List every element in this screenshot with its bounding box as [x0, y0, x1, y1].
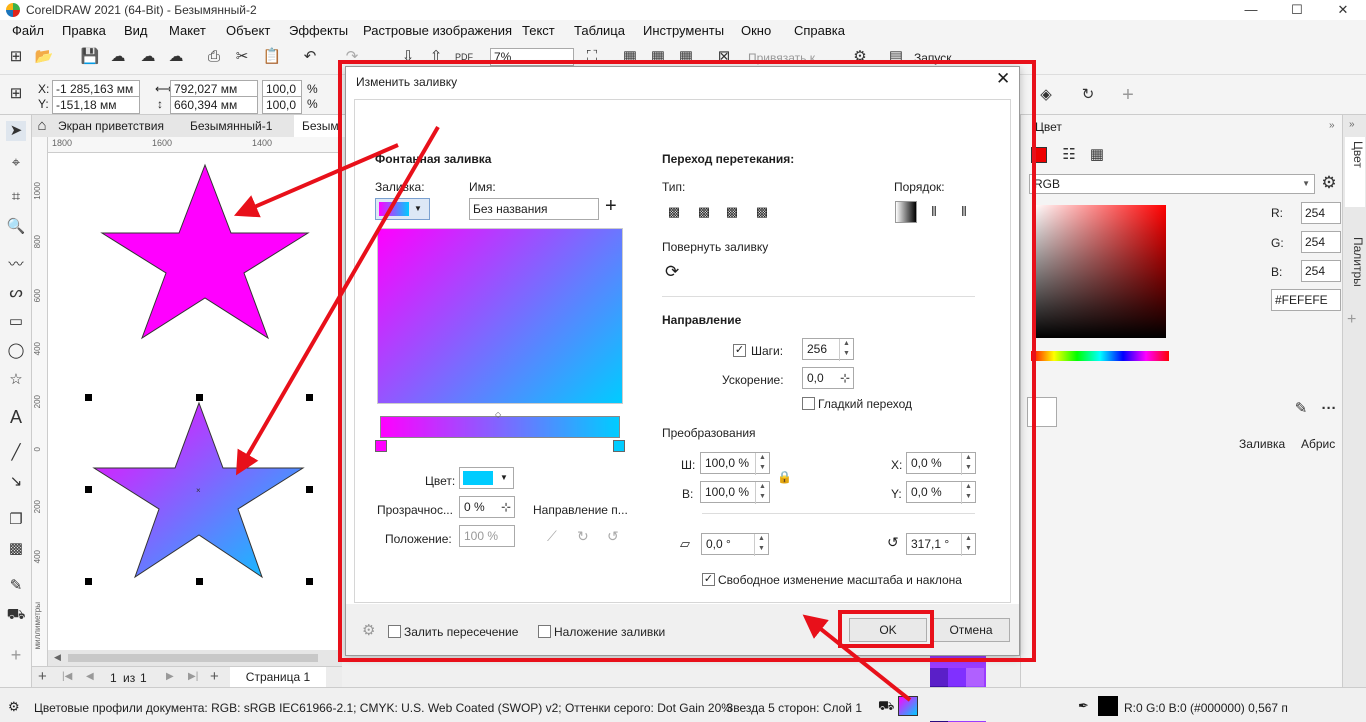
arrow-to-ok	[802, 614, 912, 702]
annotation-arrows	[233, 125, 912, 702]
arrow-to-star-1	[233, 143, 399, 218]
arrow-to-star-2	[235, 125, 440, 476]
